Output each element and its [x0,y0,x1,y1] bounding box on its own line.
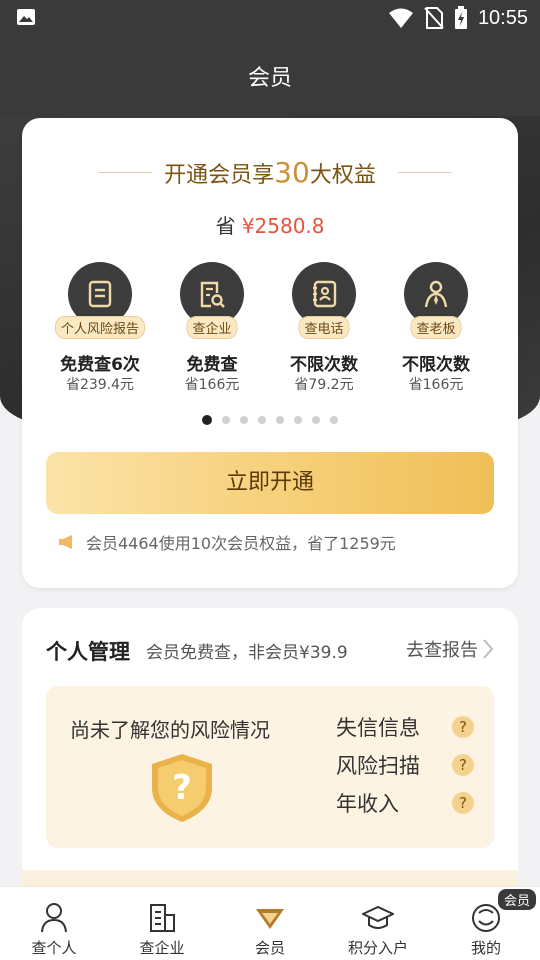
benefit-tag: 个人风险报告 [54,316,146,339]
save-amount: ¥2580.8 [241,214,325,238]
carousel-dot[interactable] [330,416,338,424]
clock: 10:55 [477,6,528,29]
headline-suffix: 大权益 [309,163,376,188]
image-notification-icon [17,9,35,25]
shield-question-icon: ? [152,754,212,822]
membership-headline: 开通会员享30大权益 [22,156,518,189]
carousel-dot[interactable] [222,416,230,424]
diamond-icon [256,909,284,929]
page-title: 会员 [247,66,292,91]
headline-number: 30 [274,156,310,189]
nav-item-membership[interactable]: 会员 [216,887,324,960]
check-report-label: 去查报告 [406,640,478,661]
benefit-item-risk-report[interactable]: 个人风险报告 免费查6次 省239.4元 [44,258,156,398]
benefit-item-phone[interactable]: 查电话 不限次数 省79.2元 [268,258,380,398]
benefit-tag: 查企业 [186,316,238,339]
benefit-carousel[interactable]: 个人风险报告 免费查6次 省239.4元 查企业 免费查 省166元 查电话 不… [22,258,518,398]
carousel-dot[interactable] [276,416,284,424]
smiley-icon [472,904,500,932]
total-saving: 省 ¥2580.8 [22,210,518,239]
membership-card: 开通会员享30大权益 省 ¥2580.8 个人风险报告 免费查6次 省239.4… [22,118,518,588]
nav-label: 我的 [470,939,501,957]
nav-label: 会员 [254,939,285,957]
section-title: 个人管理 [46,640,130,664]
benefit-title: 不限次数 [290,355,358,375]
benefit-saving: 省79.2元 [294,377,354,393]
risk-item-label: 失信信息 [336,716,420,740]
nav-item-person[interactable]: 查个人 [0,887,108,960]
bottom-navigation: 查个人 查企业 会员 积分入户 会员 我的 [0,886,540,960]
building-icon [150,904,175,932]
boss-icon [424,280,448,308]
carousel-dot[interactable] [202,415,212,425]
report-icon [88,280,112,308]
company-search-icon [200,281,225,308]
usage-text: 会员4464使用10次会员权益，省了1259元 [86,534,396,553]
nav-label: 积分入户 [347,939,408,957]
open-membership-button[interactable]: 立即开通 [46,452,494,514]
benefit-title: 免费查 [186,355,238,375]
graduation-cap-icon [362,905,394,929]
question-badge[interactable]: ? [452,792,474,814]
benefit-saving: 省166元 [408,377,464,393]
nav-label: 查企业 [139,939,185,957]
phonebook-icon [313,280,337,308]
usage-notice: 会员4464使用10次会员权益，省了1259元 [58,530,396,554]
carousel-indicator [22,415,518,426]
divider [98,172,152,173]
megaphone-icon [59,535,72,549]
carousel-dot[interactable] [258,416,266,424]
chevron-right-icon [483,639,494,659]
risk-item-label: 风险扫描 [336,754,420,778]
personal-management-card: 个人管理 会员免费查，非会员¥39.9 去查报告 尚未了解您的风险情况 ? 失信… [22,608,518,908]
battery-charging-icon [454,6,467,29]
carousel-dot[interactable] [312,416,320,424]
benefit-item-boss[interactable]: 查老板 不限次数 省166元 [380,258,492,398]
benefit-saving: 省166元 [184,377,240,393]
nav-item-mine[interactable]: 会员 我的 [432,887,540,960]
risk-title: 尚未了解您的风险情况 [70,718,270,742]
nav-label: 查个人 [31,939,77,957]
risk-panel[interactable]: 尚未了解您的风险情况 ? 失信信息 ? 风险扫描 ? 年收入 ? [46,686,494,848]
question-badge[interactable]: ? [452,716,474,738]
carousel-dot[interactable] [240,416,248,424]
benefit-saving: 省239.4元 [65,377,135,393]
benefit-tag: 查老板 [410,316,462,339]
benefit-title: 免费查6次 [60,355,140,375]
member-badge: 会员 [497,889,536,910]
status-bar: 10:55 [0,0,540,36]
nav-item-points[interactable]: 积分入户 [324,887,432,960]
title-bar: 会员 [0,36,540,116]
no-sim-icon [424,7,444,29]
benefit-tag: 查电话 [298,316,350,339]
benefit-item-company[interactable]: 查企业 免费查 省166元 [156,258,268,398]
check-report-link[interactable]: 去查报告 [406,636,494,662]
question-badge[interactable]: ? [452,754,474,776]
section-description: 会员免费查，非会员¥39.9 [146,643,348,663]
svg-text:?: ? [172,768,192,808]
nav-item-company[interactable]: 查企业 [108,887,216,960]
wifi-icon [388,8,413,28]
risk-item-label: 年收入 [336,792,399,816]
divider [398,172,452,173]
benefit-title: 不限次数 [402,355,470,375]
carousel-dot[interactable] [294,416,302,424]
person-icon [41,903,67,933]
save-prefix: 省 [215,214,242,238]
headline-prefix: 开通会员享 [164,163,275,188]
